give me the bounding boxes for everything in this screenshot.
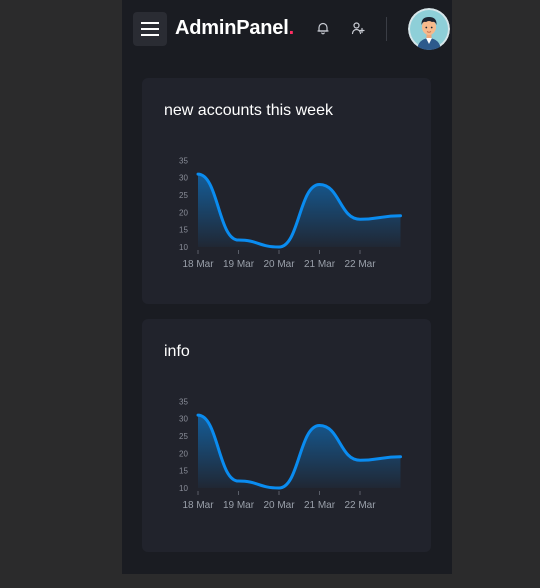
brand-name: AdminPanel bbox=[175, 17, 289, 39]
x-tick-label: 22 Mar bbox=[344, 259, 376, 270]
area-fill bbox=[198, 415, 401, 488]
hamburger-menu-icon bbox=[141, 22, 159, 36]
user-avatar[interactable] bbox=[408, 8, 450, 50]
y-tick-label: 30 bbox=[179, 174, 188, 183]
area-chart: 10 15 20 25 30 35 18 Mar 19 Mar 20 Mar 21 Mar 22 M… bbox=[179, 156, 402, 270]
x-tick-label: 21 Mar bbox=[304, 259, 336, 270]
x-tick-label: 18 Mar bbox=[182, 259, 214, 270]
y-tick-label: 15 bbox=[179, 467, 188, 476]
notifications-button[interactable] bbox=[314, 19, 332, 37]
x-tick-label: 18 Mar bbox=[182, 500, 214, 511]
y-tick-label: 15 bbox=[179, 226, 188, 235]
y-tick-label: 10 bbox=[179, 484, 188, 493]
brand-dot: . bbox=[288, 17, 295, 39]
user-plus-icon bbox=[351, 22, 365, 35]
navbar-divider bbox=[386, 17, 387, 41]
x-tick-label: 21 Mar bbox=[304, 500, 336, 511]
x-tick-label: 19 Mar bbox=[223, 259, 255, 270]
y-tick-label: 25 bbox=[179, 191, 188, 200]
y-tick-label: 10 bbox=[179, 243, 188, 252]
x-tick-label: 22 Mar bbox=[344, 500, 376, 511]
y-tick-label: 35 bbox=[179, 397, 188, 406]
top-navbar: AdminPanel. bbox=[122, 0, 452, 58]
y-tick-label: 30 bbox=[179, 415, 188, 424]
chart-card-info: info 10 15 20 25 30 35 18 Mar 19 Mar 20 Mar 21 Ma… bbox=[142, 319, 431, 552]
y-tick-label: 20 bbox=[179, 449, 188, 458]
add-user-button[interactable] bbox=[349, 19, 367, 37]
area-chart: 10 15 20 25 30 35 18 Mar 19 Mar 20 Mar 21 Mar 22 M… bbox=[179, 397, 402, 511]
y-tick-label: 20 bbox=[179, 208, 188, 217]
menu-toggle-button[interactable] bbox=[133, 12, 167, 46]
area-fill bbox=[198, 174, 401, 247]
brand-logo[interactable]: AdminPanel. bbox=[175, 17, 294, 40]
chart-card-new-accounts: new accounts this week 10 15 20 25 30 35 18 Ma… bbox=[142, 78, 431, 304]
x-tick-label: 20 Mar bbox=[263, 500, 295, 511]
y-tick-label: 35 bbox=[179, 156, 188, 165]
x-tick-label: 20 Mar bbox=[263, 259, 295, 270]
bell-icon bbox=[317, 22, 329, 35]
y-tick-label: 25 bbox=[179, 432, 188, 441]
x-tick-label: 19 Mar bbox=[223, 500, 255, 511]
avatar-icon bbox=[408, 8, 450, 50]
app-frame: AdminPanel. new accounts this week 10 15… bbox=[122, 0, 452, 574]
